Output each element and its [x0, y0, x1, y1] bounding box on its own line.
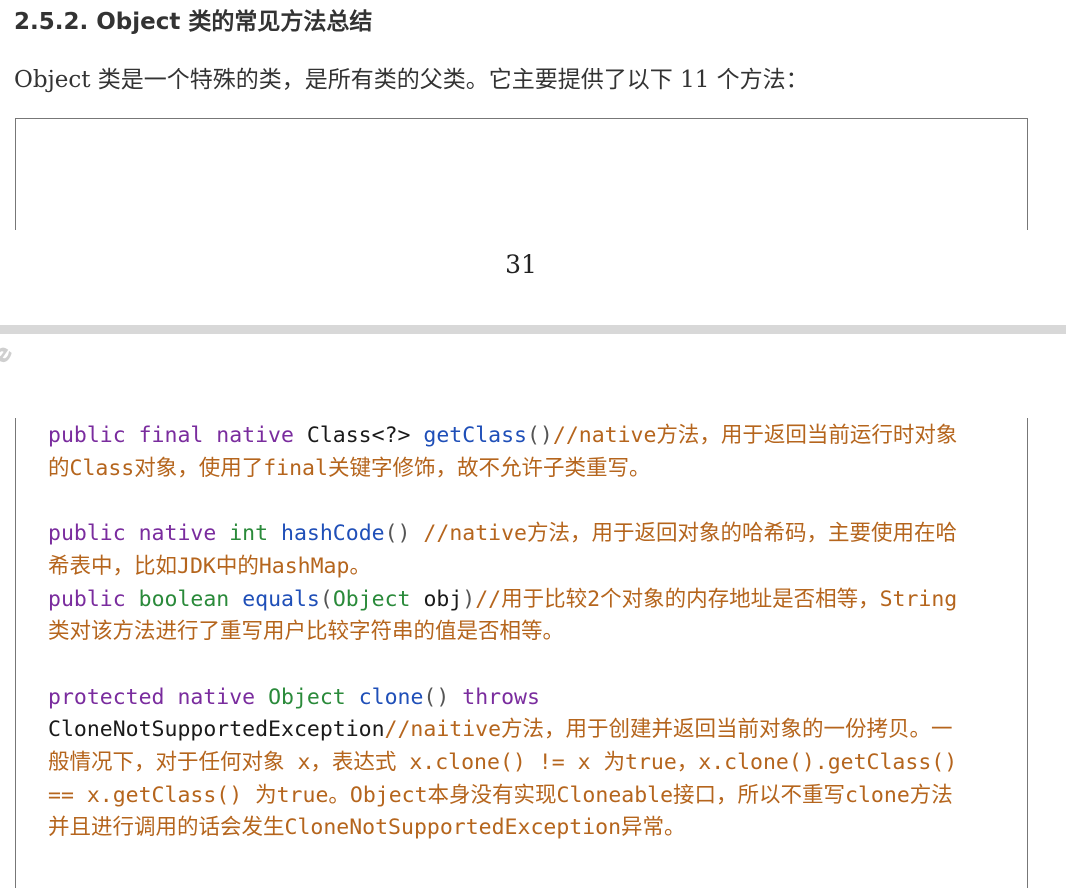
parens: ()	[384, 521, 411, 547]
intro-paragraph: Object 类是一个特殊的类，是所有类的父类。它主要提供了以下 11 个方法：	[14, 67, 809, 93]
method-name: clone	[358, 684, 424, 710]
comment: //native方法，用于返回当前运行时对象	[552, 423, 958, 448]
code-comment-line: 并且进行调用的话会发生CloneNotSupportedException异常。	[48, 815, 686, 841]
code-line-hashcode: public native int hashCode() //native方法，…	[48, 518, 1008, 551]
method-name: getClass	[423, 423, 527, 448]
paren-close: )	[462, 586, 476, 612]
page-number: 31	[505, 250, 537, 279]
return-type: boolean	[138, 586, 230, 612]
code-line-getclass: public final native Class<?> getClass()/…	[48, 420, 1008, 453]
param-type: Object	[332, 586, 411, 612]
code-listing: public final native Class<?> getClass()/…	[48, 420, 1008, 845]
exception-name: CloneNotSupportedException	[48, 717, 385, 743]
code-comment-line: 般情况下，对于任何对象 x，表达式 x.clone() != x 为true，x…	[48, 750, 958, 775]
keyword: public native	[48, 521, 217, 547]
param-name: obj	[423, 586, 463, 612]
page-separator	[0, 325, 1066, 334]
return-type: int	[229, 521, 269, 547]
return-type: Object	[268, 684, 346, 710]
code-line-equals: public boolean equals(Object obj)//用于比较2…	[48, 584, 1008, 617]
code-comment-line: 类对该方法进行了重写用户比较字符串的值是否相等。	[48, 619, 565, 645]
throws-keyword: throws	[462, 684, 540, 710]
keyword: protected native	[48, 684, 256, 710]
comment: //native方法，用于返回对象的哈希码，主要使用在哈	[410, 521, 957, 547]
keyword: public final native	[48, 423, 294, 448]
watermark: e	[0, 339, 19, 369]
method-name: hashCode	[281, 521, 385, 547]
parens: ()	[423, 684, 450, 710]
paren-open: (	[319, 586, 333, 612]
comment: //用于比较2个对象的内存地址是否相等，String	[475, 586, 958, 612]
code-line-clone: protected native Object clone() throws	[48, 682, 1008, 715]
section-heading: 2.5.2. Object 类的常见方法总结	[14, 9, 373, 35]
code-comment-line: == x.getClass() 为true。Object本身没有实现Clonea…	[48, 782, 953, 808]
comment: //naitive方法，用于创建并返回当前对象的一份拷贝。一	[384, 717, 953, 743]
return-type: Class<?>	[306, 423, 411, 448]
code-comment-line: 希表中，比如JDK中的HashMap。	[48, 553, 371, 579]
parens: ()	[526, 423, 553, 448]
code-line-clone-exception: CloneNotSupportedException//naitive方法，用于…	[48, 714, 1008, 747]
method-name: equals	[242, 586, 320, 612]
code-comment-line: 的Class对象，使用了final关键字修饰，故不允许子类重写。	[48, 455, 651, 481]
code-block-top	[15, 118, 1028, 230]
keyword: public	[48, 586, 126, 612]
